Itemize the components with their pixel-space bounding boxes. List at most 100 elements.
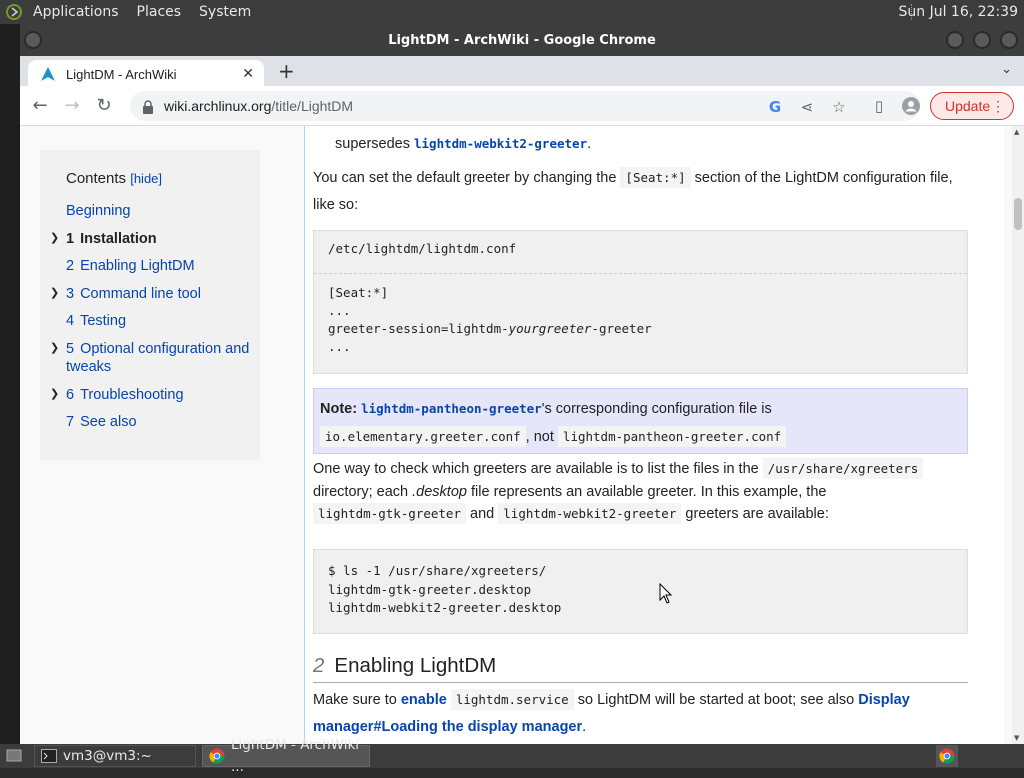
tab-search-chevron-icon[interactable]: ⌄ [1001,62,1012,77]
toc-label: Optional configuration and tweaks [66,341,250,375]
address-bar[interactable]: wiki.archlinux.org/title/LightDM G ⋖ ☆ [130,91,920,121]
code-block-lightdm-conf: /etc/lightdm/lightdm.conf [Seat:*] ... g… [313,230,968,374]
code-filename: /etc/lightdm/lightdm.conf [314,231,967,274]
menu-places[interactable]: Places [128,0,191,24]
toc-label: Enabling LightDM [80,258,195,274]
system-logo-icon[interactable] [4,2,24,22]
paragraph-default-greeter: You can set the default greeter by chang… [313,164,973,219]
inline-code: [Seat:*] [620,167,691,188]
window-menu-button[interactable] [24,31,42,49]
toc-heading: Contents [hide] [66,170,162,187]
expand-chevron-icon[interactable]: ❯ [50,341,59,354]
text: 's corresponding configuration file is [541,401,772,417]
toc-item-beginning[interactable]: Beginning [66,202,256,220]
text: and [470,506,495,522]
bookmark-star-icon[interactable]: ☆ [830,98,848,116]
tab-close-icon[interactable]: ✕ [242,66,254,82]
url-host: wiki.archlinux.org [164,98,272,114]
back-arrow-icon[interactable]: ← [28,94,52,118]
pkg-link-pantheon[interactable]: lightdm-pantheon-greeter [361,401,542,416]
taskbar-item-terminal[interactable]: vm3@vm3:~ [34,745,196,767]
scroll-up-arrow-icon[interactable]: ▲ [1014,128,1019,136]
expand-chevron-icon[interactable]: ❯ [50,231,59,244]
chrome-icon [209,748,225,764]
code-body: [Seat:*] ... greeter-session=lightdm-you… [314,274,967,366]
heading-title: Enabling LightDM [334,654,497,677]
code-seg: greeter-session=lightdm- [328,321,509,336]
url-text: wiki.archlinux.org/title/LightDM [164,98,353,114]
update-button[interactable]: Update ⋮ [930,92,1014,120]
show-desktop-icon [6,748,22,764]
lock-icon[interactable] [142,99,154,114]
menu-system[interactable]: System [190,0,260,24]
tab-lightdm[interactable]: LightDM - ArchWiki ✕ [28,60,264,88]
toc-num: 3 [66,286,75,302]
text-emphasis: .desktop [412,483,467,500]
code-line: ... [328,303,351,318]
inline-code: /usr/share/xgreeters [762,458,924,479]
toc-item-troubleshooting[interactable]: 6 Troubleshooting [66,386,256,404]
page-scrollbar[interactable]: ▲ ▼ [1012,126,1024,744]
toc-item-optional-configuration[interactable]: 5 Optional configuration and tweaks [66,340,256,376]
desktop-background [0,24,20,744]
window-titlebar[interactable]: LightDM - ArchWiki - Google Chrome [20,24,1024,56]
pkg-link-webkit2[interactable]: lightdm-webkit2-greeter [414,136,587,151]
terminal-icon [41,748,57,764]
toc-label: Command line tool [80,286,201,302]
inline-code: lightdm-gtk-greeter [313,503,466,524]
toc-item-see-also[interactable]: 7 See also [66,413,256,431]
code-line: $ ls -1 /usr/share/xgreeters/ [328,563,547,578]
forward-arrow-icon[interactable]: → [60,94,84,118]
toc-num: 1 [66,231,75,247]
url-path: /title/LightDM [271,98,354,114]
maximize-button[interactable] [973,31,991,49]
toc-label: See also [80,414,137,430]
link-enable[interactable]: enable [401,692,447,708]
toc-item-command-line-tool[interactable]: 3 Command line tool [66,285,256,303]
toc-label: Testing [80,313,127,329]
expand-chevron-icon[interactable]: ❯ [50,286,59,299]
taskbar-item-chrome[interactable]: LightDM - ArchWiki ... [202,737,370,775]
show-desktop-button[interactable] [0,745,30,767]
expand-chevron-icon[interactable]: ❯ [50,387,59,400]
toc-num: 7 [66,414,75,430]
share-icon[interactable]: ⋖ [798,98,816,116]
text: file represents an available greeter. In… [471,483,827,500]
tab-title: LightDM - ArchWiki [66,66,177,82]
close-window-button[interactable] [1000,31,1018,49]
toc-item-enabling-lightdm[interactable]: 2 Enabling LightDM [66,257,256,275]
menu-applications[interactable]: Applications [24,0,128,24]
tray-chrome-icon[interactable] [936,745,958,767]
toc-num: 6 [66,387,75,403]
google-translate-icon[interactable]: G [766,98,784,116]
text: so LightDM will be started at boot; see … [577,692,855,708]
profile-avatar-icon[interactable] [902,97,920,115]
toc-num: 5 [66,341,75,357]
code-line: lightdm-webkit2-greeter.desktop [328,600,562,615]
scrollbar-thumb[interactable] [1014,198,1022,230]
more-menu-icon[interactable]: ⋮ [991,93,1005,119]
top-panel: Applications Places System Sun Jul 16, 2… [0,0,1024,24]
minimize-button[interactable] [946,31,964,49]
new-tab-button[interactable]: + [278,60,295,82]
code-line: greeter-session=lightdm-yourgreeter-gree… [328,320,953,338]
text: supersedes [335,136,410,152]
text: . [582,719,587,735]
taskbar-label: LightDM - ArchWiki ... [231,737,360,775]
text: greeters are available: [685,506,829,522]
toc-item-testing[interactable]: 4 Testing [66,312,256,330]
toc-num: 4 [66,313,75,329]
toc-num: 2 [66,258,75,274]
toc-hide-link[interactable]: [hide] [130,171,162,186]
toc-title: Contents [66,170,127,187]
scroll-down-arrow-icon[interactable]: ▼ [1014,734,1019,742]
page-viewport: Contents [hide] Beginning ❯ 1 Installatio… [20,126,1012,744]
archlinux-favicon-icon [40,66,56,82]
clock[interactable]: Sun Jul 16, 22:39 [899,0,1019,24]
text: , not [525,429,554,445]
browser-window: LightDM - ArchWiki - Google Chrome Light… [20,24,1024,744]
toc-label: Installation [80,231,157,247]
reload-icon[interactable]: ↻ [92,94,116,118]
toc-item-installation[interactable]: 1 Installation [66,230,256,248]
side-panel-icon[interactable]: ▯ [870,97,888,115]
